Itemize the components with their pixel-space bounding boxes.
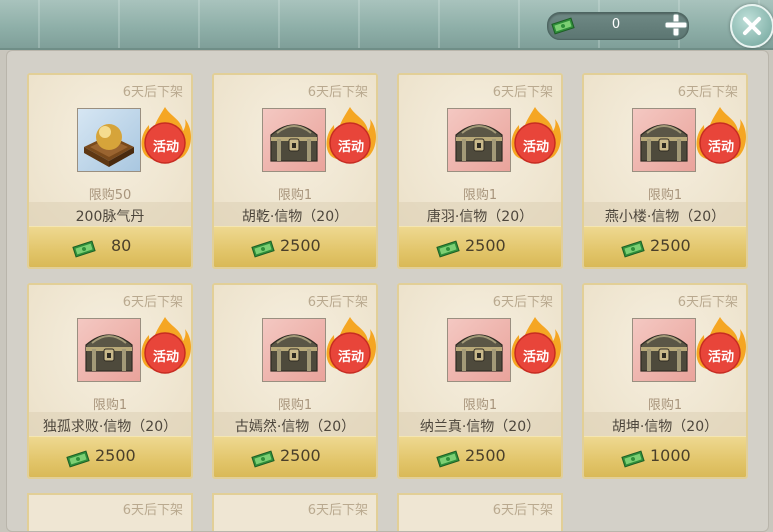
shop-item-card[interactable]: 6天后下架 活动 限购1 纳兰真·信物（20） 2500 xyxy=(397,283,563,479)
item-name: 燕小楼·信物（20） xyxy=(604,209,726,225)
item-name: 胡乾·信物（20） xyxy=(241,209,349,225)
purchase-limit: 限购50 xyxy=(88,188,132,203)
shop-item-card[interactable]: 6天后下架 活动 限购1 古嫣然·信物（20） 2500 xyxy=(212,283,378,479)
cash-icon xyxy=(72,240,96,258)
event-badge-label: 活动 xyxy=(522,350,549,365)
shop-item-card-partial[interactable]: 6天后下架 xyxy=(397,493,563,531)
shop-item-card[interactable]: 6天后下架 活动 限购1 胡乾·信物（20） 2500 xyxy=(212,73,378,269)
cash-icon xyxy=(251,240,275,258)
purchase-limit: 限购1 xyxy=(277,188,313,203)
top-bar: 0 xyxy=(0,0,773,50)
shop-panel: 6天后下架 活动 限购50 200脉气丹 80 6天后下架 活动 限购1 胡乾·… xyxy=(6,50,769,532)
delist-timer: 6天后下架 xyxy=(492,503,553,518)
item-name: 纳兰真·信物（20） xyxy=(419,419,541,435)
cash-icon xyxy=(436,450,460,468)
event-badge-label: 活动 xyxy=(152,350,179,365)
cash-icon xyxy=(621,450,645,468)
shop-item-card[interactable]: 6天后下架 活动 限购1 胡坤·信物（20） 1000 xyxy=(582,283,748,479)
item-price: 2500 xyxy=(280,236,321,255)
price-bar: 2500 xyxy=(584,226,746,267)
event-badge-label: 活动 xyxy=(522,140,549,155)
delist-timer: 6天后下架 xyxy=(307,503,368,518)
price-bar: 2500 xyxy=(399,226,561,267)
cash-icon xyxy=(251,450,275,468)
purchase-limit: 限购1 xyxy=(462,188,498,203)
cash-icon xyxy=(436,240,460,258)
currency-amount: 0 xyxy=(611,17,621,32)
treasure-chest-icon xyxy=(455,334,503,372)
item-price: 2500 xyxy=(465,446,506,465)
purchase-limit: 限购1 xyxy=(277,398,313,413)
treasure-chest-icon xyxy=(455,124,503,162)
item-name: 200脉气丹 xyxy=(75,209,145,225)
item-icon-frame xyxy=(632,108,696,172)
price-bar: 80 xyxy=(29,226,191,267)
shop-item-card[interactable]: 6天后下架 活动 限购50 200脉气丹 80 xyxy=(27,73,193,269)
item-price: 2500 xyxy=(465,236,506,255)
purchase-limit: 限购1 xyxy=(92,398,128,413)
item-icon-frame xyxy=(632,318,696,382)
item-icon-frame xyxy=(447,108,511,172)
golden-orb-icon xyxy=(84,124,134,167)
item-icon-frame xyxy=(77,318,141,382)
event-badge-label: 活动 xyxy=(337,350,364,365)
item-price: 1000 xyxy=(650,446,691,465)
delist-timer: 6天后下架 xyxy=(492,85,553,100)
treasure-chest-icon xyxy=(640,124,688,162)
cash-icon xyxy=(66,450,90,468)
cash-icon xyxy=(621,240,645,258)
item-price: 2500 xyxy=(280,446,321,465)
shop-item-card-partial[interactable]: 6天后下架 xyxy=(212,493,378,531)
price-bar: 2500 xyxy=(399,436,561,477)
add-currency-button[interactable] xyxy=(662,11,690,39)
event-badge-label: 活动 xyxy=(337,140,364,155)
item-price: 2500 xyxy=(650,236,691,255)
shop-item-card[interactable]: 6天后下架 活动 限购1 独孤求败·信物（20） 2500 xyxy=(27,283,193,479)
close-button[interactable] xyxy=(730,4,773,48)
treasure-chest-icon xyxy=(270,334,318,372)
delist-timer: 6天后下架 xyxy=(122,85,183,100)
delist-timer: 6天后下架 xyxy=(122,295,183,310)
item-icon-frame xyxy=(262,318,326,382)
treasure-chest-icon xyxy=(85,334,133,372)
delist-timer: 6天后下架 xyxy=(492,295,553,310)
item-icon-frame xyxy=(77,108,141,172)
event-badge-label: 活动 xyxy=(707,140,734,155)
price-bar: 2500 xyxy=(29,436,191,477)
delist-timer: 6天后下架 xyxy=(677,85,738,100)
item-icon-frame xyxy=(262,108,326,172)
item-price: 2500 xyxy=(95,446,136,465)
item-name: 古嫣然·信物（20） xyxy=(234,419,356,435)
purchase-limit: 限购1 xyxy=(647,398,683,413)
item-name: 独孤求败·信物（20） xyxy=(42,419,178,435)
event-badge-label: 活动 xyxy=(707,350,734,365)
item-name: 胡坤·信物（20） xyxy=(611,419,719,435)
delist-timer: 6天后下架 xyxy=(677,295,738,310)
purchase-limit: 限购1 xyxy=(647,188,683,203)
delist-timer: 6天后下架 xyxy=(307,85,368,100)
event-badge-label: 活动 xyxy=(152,140,179,155)
item-price: 80 xyxy=(111,236,132,255)
price-bar: 2500 xyxy=(214,436,376,477)
shop-item-card-partial[interactable]: 6天后下架 xyxy=(27,493,193,531)
treasure-chest-icon xyxy=(270,124,318,162)
cash-icon xyxy=(551,17,575,35)
price-bar: 2500 xyxy=(214,226,376,267)
price-bar: 1000 xyxy=(584,436,746,477)
item-icon-frame xyxy=(447,318,511,382)
delist-timer: 6天后下架 xyxy=(307,295,368,310)
treasure-chest-icon xyxy=(640,334,688,372)
item-name: 唐羽·信物（20） xyxy=(426,209,534,225)
delist-timer: 6天后下架 xyxy=(122,503,183,518)
shop-item-card[interactable]: 6天后下架 活动 限购1 唐羽·信物（20） 2500 xyxy=(397,73,563,269)
shop-item-card[interactable]: 6天后下架 活动 限购1 燕小楼·信物（20） 2500 xyxy=(582,73,748,269)
purchase-limit: 限购1 xyxy=(462,398,498,413)
